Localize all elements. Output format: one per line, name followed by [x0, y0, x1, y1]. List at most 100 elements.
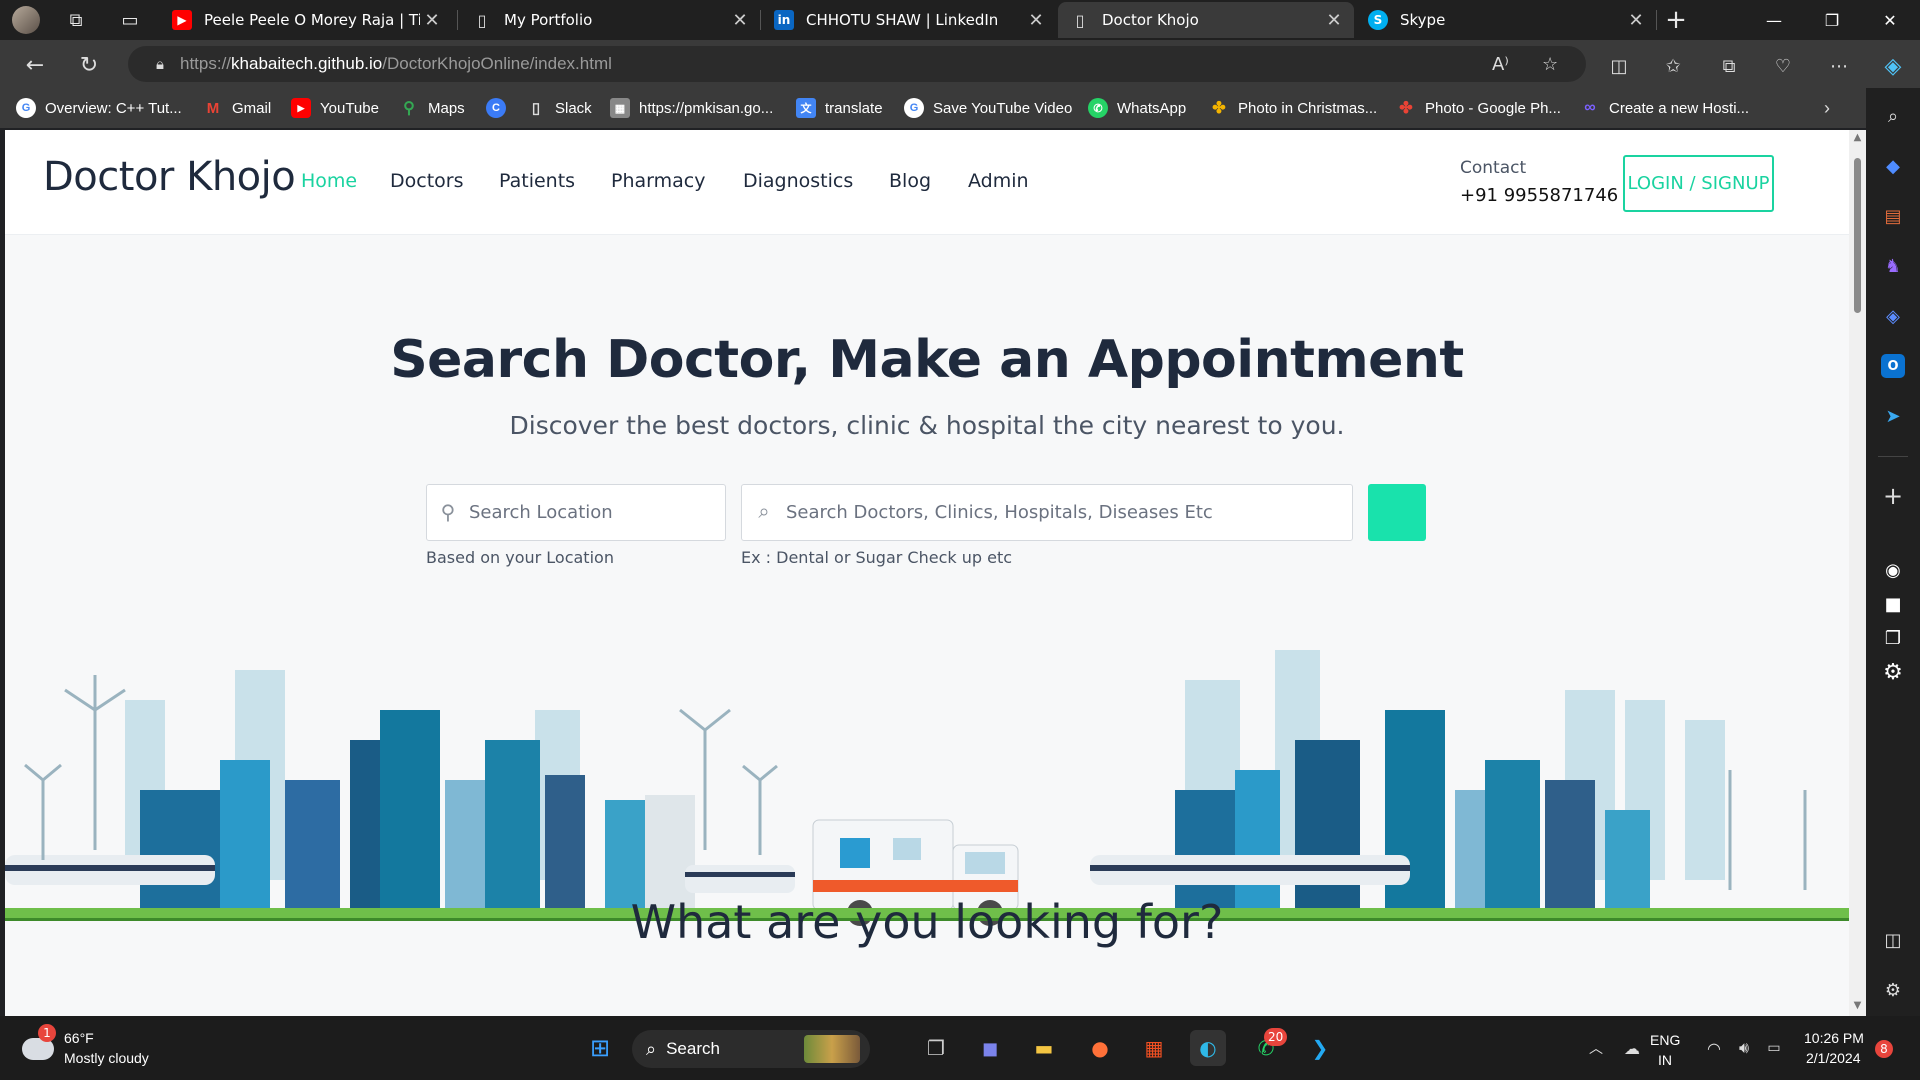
- tab-doctor-khojo[interactable]: ▯ Doctor Khojo ✕: [1058, 2, 1354, 38]
- collections-icon[interactable]: ⧉: [1716, 53, 1742, 79]
- skype-icon: S: [1368, 10, 1388, 30]
- clock-time[interactable]: 10:26 PM: [1804, 1030, 1864, 1046]
- favorite-c-app[interactable]: C: [486, 97, 515, 119]
- nav-doctors[interactable]: Doctors: [390, 170, 464, 192]
- doctor-search-field[interactable]: ⌕: [741, 484, 1353, 541]
- vscode-icon[interactable]: ❯: [1302, 1030, 1338, 1066]
- camera-icon[interactable]: ◉: [1881, 558, 1905, 582]
- address-bar[interactable]: 🔒︎ https://khabaitech.github.io/DoctorKh…: [128, 46, 1586, 82]
- chevron-up-icon[interactable]: ︿: [1578, 1030, 1614, 1066]
- weather-desc[interactable]: Mostly cloudy: [64, 1050, 149, 1066]
- favorite-hosting[interactable]: ∞ Create a new Hosti...: [1580, 97, 1749, 119]
- favorite-gmail[interactable]: M Gmail: [203, 97, 271, 119]
- favorite-whatsapp[interactable]: ✆ WhatsApp: [1088, 97, 1186, 119]
- location-search-field[interactable]: ⚲: [426, 484, 726, 541]
- url-text[interactable]: https://khabaitech.github.io/DoctorKhojo…: [180, 54, 612, 74]
- search-button[interactable]: [1368, 484, 1426, 541]
- favorite-photo-christmas[interactable]: ✤ Photo in Christmas...: [1209, 97, 1377, 119]
- restore-icon[interactable]: ❐: [1804, 0, 1860, 40]
- outlook-icon[interactable]: O: [1881, 354, 1905, 378]
- back-arrow-icon[interactable]: ←: [20, 50, 50, 80]
- read-aloud-icon[interactable]: A⁾: [1492, 54, 1509, 75]
- close-icon[interactable]: ✕: [420, 10, 444, 31]
- lang-top[interactable]: ENG: [1650, 1032, 1680, 1048]
- lang-bottom[interactable]: IN: [1658, 1052, 1672, 1068]
- weather-temp[interactable]: 66°F: [64, 1030, 94, 1046]
- notification-count[interactable]: 8: [1875, 1040, 1893, 1058]
- favorites-icon[interactable]: ✩: [1660, 53, 1686, 79]
- nav-home[interactable]: Home: [301, 170, 357, 192]
- window-icon[interactable]: ❐: [1881, 626, 1905, 650]
- tab-skype[interactable]: S Skype ✕: [1356, 2, 1656, 38]
- chevron-right-icon[interactable]: ›: [1824, 97, 1830, 119]
- nav-blog[interactable]: Blog: [889, 170, 931, 192]
- doctor-search-input[interactable]: [786, 502, 1335, 523]
- tools-icon[interactable]: ▤: [1881, 204, 1905, 228]
- nav-diagnostics[interactable]: Diagnostics: [743, 170, 853, 192]
- file-explorer-icon[interactable]: ▬: [1026, 1030, 1062, 1066]
- task-view-icon[interactable]: ❐: [918, 1030, 954, 1066]
- drop-icon[interactable]: ➤: [1881, 404, 1905, 428]
- favorite-star-icon[interactable]: ☆: [1542, 54, 1558, 75]
- windows-start-icon[interactable]: ⊞: [582, 1030, 618, 1066]
- nav-pharmacy[interactable]: Pharmacy: [611, 170, 705, 192]
- browser-essentials-icon[interactable]: ♡: [1770, 53, 1796, 79]
- favorite-slack[interactable]: ▯ Slack: [526, 97, 592, 119]
- close-icon[interactable]: ✕: [1624, 10, 1648, 31]
- scrollbar-thumb[interactable]: [1854, 158, 1861, 313]
- favorite-maps[interactable]: ⚲ Maps: [399, 97, 465, 119]
- close-window-icon[interactable]: ✕: [1862, 0, 1918, 40]
- favorite-save-youtube-video[interactable]: G Save YouTube Video: [904, 97, 1072, 119]
- taskbar-search[interactable]: ⌕ Search: [632, 1030, 870, 1068]
- teams-icon[interactable]: ◼: [972, 1030, 1008, 1066]
- onedrive-icon[interactable]: ☁: [1614, 1030, 1650, 1066]
- favorite-translate[interactable]: 文 translate: [796, 97, 883, 119]
- lock-icon[interactable]: 🔒︎: [140, 55, 180, 73]
- google-icon: G: [904, 98, 924, 118]
- scroll-up-icon[interactable]: ▲: [1852, 132, 1863, 143]
- favorite-google-photos[interactable]: ✤ Photo - Google Ph...: [1396, 97, 1561, 119]
- clock-date[interactable]: 2/1/2024: [1806, 1050, 1861, 1066]
- add-icon[interactable]: +: [1881, 482, 1905, 510]
- close-icon[interactable]: ✕: [1024, 10, 1048, 31]
- firefox-icon[interactable]: ●: [1082, 1030, 1118, 1066]
- pmkisan-icon: ▦: [610, 98, 630, 118]
- copilot-icon[interactable]: ◈: [1880, 53, 1906, 79]
- search-icon[interactable]: ⌕: [1881, 104, 1905, 128]
- favorite-pmkisan[interactable]: ▦ https://pmkisan.go...: [610, 97, 773, 119]
- favorite-cpp-tutorial[interactable]: G Overview: C++ Tut...: [16, 97, 182, 119]
- games-icon[interactable]: ♞: [1881, 254, 1905, 278]
- site-logo[interactable]: Doctor Khojo: [43, 154, 296, 200]
- contact-phone[interactable]: +91 9955871746: [1460, 185, 1618, 206]
- close-icon[interactable]: ✕: [1322, 10, 1346, 31]
- favorite-youtube[interactable]: ▶ YouTube: [291, 97, 379, 119]
- more-options-icon[interactable]: ⋯: [1826, 53, 1852, 79]
- scroll-down-icon[interactable]: ▼: [1852, 1000, 1863, 1011]
- login-signup-button[interactable]: LOGIN / SIGNUP: [1623, 155, 1774, 212]
- tab-actions-icon[interactable]: ▭: [116, 6, 144, 34]
- weather-widget[interactable]: 1: [22, 1024, 56, 1064]
- tab-linkedin[interactable]: in CHHOTU SHAW | LinkedIn ✕: [762, 2, 1056, 38]
- shopping-tag-icon[interactable]: ◆: [1881, 154, 1905, 178]
- settings-icon[interactable]: ⚙: [1881, 978, 1905, 1002]
- close-icon[interactable]: ✕: [728, 10, 752, 31]
- tab-youtube[interactable]: ▶ Peele Peele O Morey Raja | Tirang ✕: [160, 2, 452, 38]
- nav-patients[interactable]: Patients: [499, 170, 575, 192]
- edge-icon[interactable]: ◐: [1190, 1030, 1226, 1066]
- refresh-icon[interactable]: ↻: [74, 50, 104, 80]
- microsoft-store-icon[interactable]: ▦: [1136, 1030, 1172, 1066]
- split-screen-icon[interactable]: ◫: [1606, 53, 1632, 79]
- minimize-icon[interactable]: —: [1746, 0, 1802, 40]
- tab-portfolio[interactable]: ▯ My Portfolio ✕: [460, 2, 760, 38]
- profile-avatar[interactable]: [12, 6, 40, 34]
- page-scrollbar[interactable]: ▲ ▼: [1849, 130, 1866, 1016]
- location-input[interactable]: [469, 502, 725, 523]
- video-icon[interactable]: ■: [1881, 592, 1905, 616]
- sidebar-toggle-icon[interactable]: ◫: [1881, 928, 1905, 952]
- nav-admin[interactable]: Admin: [968, 170, 1029, 192]
- new-tab-icon[interactable]: +: [1662, 5, 1690, 35]
- gear-icon[interactable]: ⚙: [1881, 660, 1905, 685]
- workspaces-icon[interactable]: ⧉: [62, 6, 90, 34]
- battery-icon[interactable]: ▭: [1756, 1030, 1792, 1066]
- copilot-sidebar-icon[interactable]: ◈: [1881, 304, 1905, 328]
